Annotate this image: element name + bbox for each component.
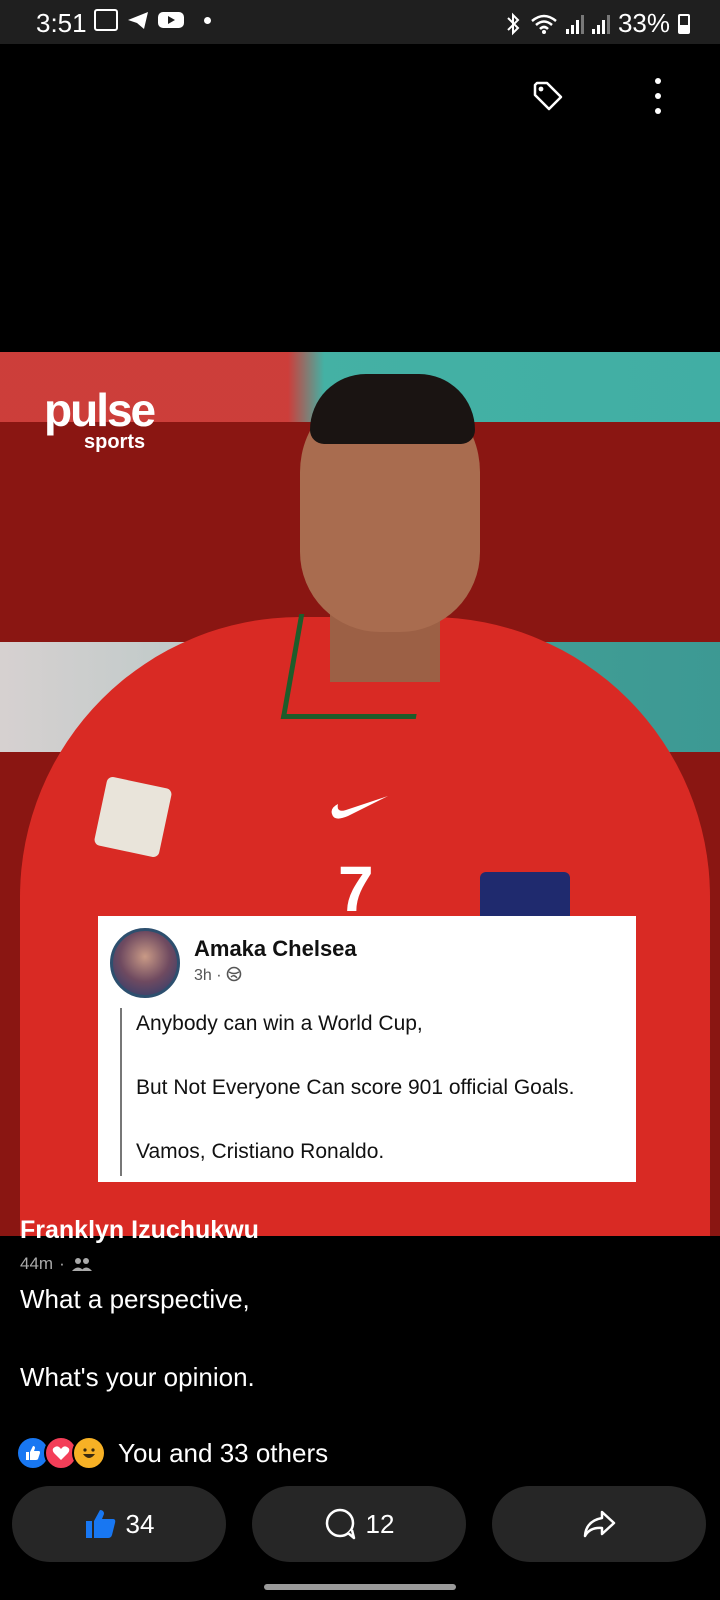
battery-icon xyxy=(678,13,690,34)
bluetooth-icon xyxy=(507,12,520,35)
like-button[interactable]: 34 xyxy=(12,1486,226,1562)
post-caption-line-2: What's your opinion. xyxy=(20,1362,255,1392)
gallery-notification-icon xyxy=(94,9,118,31)
logo-sub: sports xyxy=(84,431,146,453)
tag-icon[interactable] xyxy=(532,80,564,112)
wifi-icon xyxy=(531,14,557,34)
like-icon xyxy=(85,1510,115,1538)
like-count: 34 xyxy=(125,1508,155,1539)
post-meta: 44m · xyxy=(20,1254,93,1274)
home-indicator[interactable] xyxy=(264,1584,456,1590)
telegram-icon xyxy=(128,12,148,29)
quoted-post-card: Amaka Chelsea 3h · Anybody can win a Wor… xyxy=(98,916,636,1182)
post-time: 44m xyxy=(20,1254,54,1273)
status-time: 3:51 xyxy=(36,8,87,38)
signal-icon-1 xyxy=(565,14,584,34)
quote-line-2: But Not Everyone Can score 901 official … xyxy=(136,1076,575,1099)
post-image[interactable]: 7 pulse sports Amaka Chelsea 3h · Anybod… xyxy=(0,352,720,1236)
jersey-number: 7 xyxy=(338,853,374,925)
status-bar: 3:51 33% xyxy=(0,0,720,44)
post-author[interactable]: Franklyn Izuchukwu xyxy=(20,1216,259,1245)
reactions-summary[interactable]: You and 33 others xyxy=(16,1436,328,1470)
quoted-author-name: Amaka Chelsea xyxy=(194,936,357,961)
comment-count: 12 xyxy=(365,1508,395,1539)
more-options-icon[interactable] xyxy=(648,78,668,114)
comment-button[interactable]: 12 xyxy=(252,1486,466,1562)
quote-line-3: Vamos, Cristiano Ronaldo. xyxy=(136,1140,385,1163)
system-icons: 33% xyxy=(504,8,690,39)
share-icon xyxy=(583,1510,616,1538)
quote-line-1: Anybody can win a World Cup, xyxy=(136,1012,423,1035)
quoted-post-time: 3h xyxy=(194,967,212,984)
notification-icons xyxy=(94,9,211,31)
post-caption-line-1: What a perspective, xyxy=(20,1284,250,1314)
nike-swoosh-icon xyxy=(331,796,388,819)
haha-reaction-icon xyxy=(72,1436,106,1470)
quote-bar xyxy=(120,1008,122,1176)
battery-percent: 33% xyxy=(617,8,670,38)
jersey-collar xyxy=(280,614,435,719)
logo-word: pulse xyxy=(44,384,156,436)
quoted-post-meta: 3h · xyxy=(194,966,242,985)
separator-dot: · xyxy=(216,967,227,984)
youtube-icon xyxy=(158,12,184,28)
globe-icon xyxy=(226,966,242,982)
more-notifications-dot xyxy=(204,16,211,24)
avatar xyxy=(110,928,180,998)
signal-icon-2 xyxy=(591,14,610,34)
player-hair xyxy=(310,374,475,444)
share-button[interactable] xyxy=(492,1486,706,1562)
separator-dot: · xyxy=(59,1254,65,1273)
pulse-sports-logo: pulse sports xyxy=(44,384,156,453)
captain-armband xyxy=(480,872,570,922)
friends-icon xyxy=(71,1258,92,1271)
reactions-text: You and 33 others xyxy=(118,1437,329,1468)
comment-icon xyxy=(325,1508,355,1540)
